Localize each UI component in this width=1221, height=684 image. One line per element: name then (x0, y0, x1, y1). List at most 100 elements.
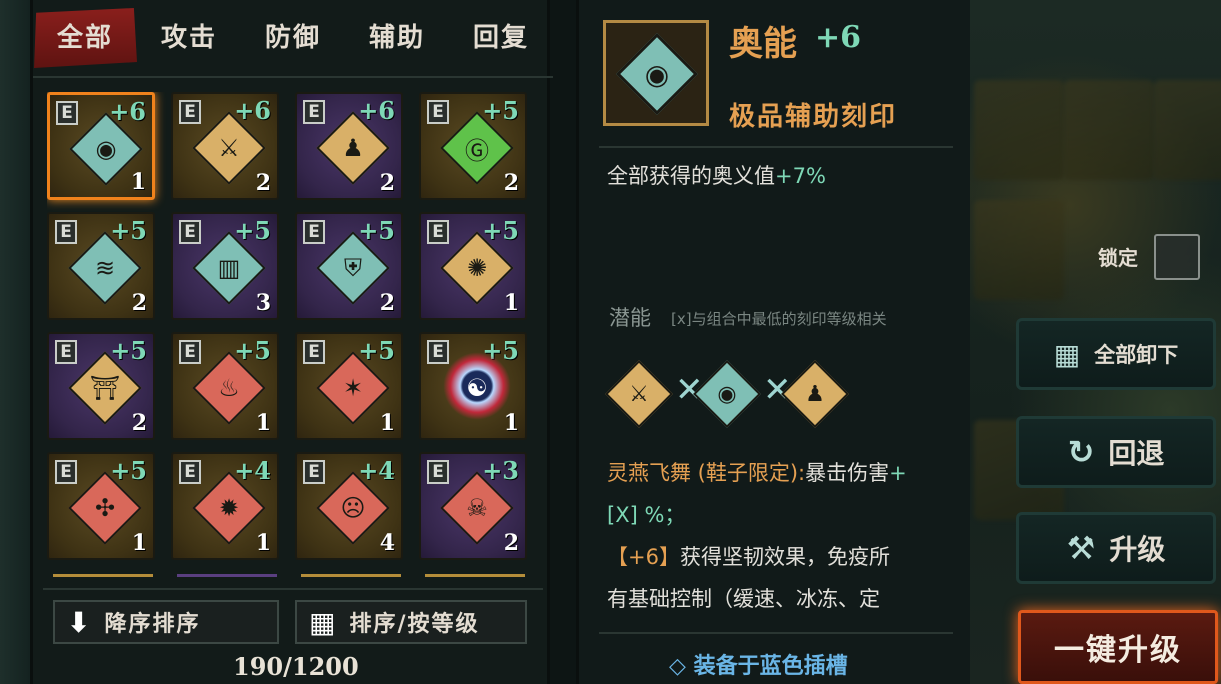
inscription-emblem-icon: ☠ (466, 494, 488, 522)
inscription-emblem-icon: ✹ (218, 494, 240, 522)
inscription-count: 1 (131, 530, 147, 556)
desc-line1: 暴击伤害 (805, 461, 890, 485)
inscription-level: +5 (358, 336, 395, 365)
set-name: 灵燕飞舞 (鞋子限定): (607, 461, 806, 485)
inscription-count: 2 (503, 170, 519, 196)
desc-level-tag: 【+6】 (607, 545, 680, 569)
inscription-card[interactable]: E +6 ⚔ 2 (171, 92, 279, 200)
desc-plus: + (889, 461, 907, 485)
inscription-card[interactable]: E +6 ♟ 2 (295, 92, 403, 200)
inscription-level: +4 (358, 456, 395, 485)
grade-badge: E (179, 220, 201, 244)
blade-icon: ⚔ (629, 381, 649, 407)
cube-icon: ▦ (309, 605, 338, 639)
inscription-card[interactable]: E +5 ✣ 1 (47, 452, 155, 560)
inscription-card[interactable]: E +5 ⛨ 2 (295, 212, 403, 320)
inscription-card[interactable]: E +5 ✶ 1 (295, 332, 403, 440)
inscription-detail-panel: ◉ 奥能 +6 极品辅助刻印 全部获得的奥义值+7% 潜能 [x]与组合中最低的… (576, 0, 970, 684)
grade-badge: E (55, 460, 77, 484)
grade-badge: E (179, 460, 201, 484)
revert-button[interactable]: ↻ 回退 (1016, 416, 1216, 488)
grade-badge: E (303, 340, 325, 364)
inscription-card[interactable]: E +5 ≋ 2 (47, 212, 155, 320)
inscription-count: 2 (503, 530, 519, 556)
desc-line2: [X] %； (607, 503, 686, 527)
divider (43, 588, 543, 590)
inscription-card[interactable]: E +5 ☯ 1 (419, 332, 527, 440)
inscription-emblem-icon: ◉ (95, 135, 117, 163)
arrow-down-icon: ⬇ (67, 605, 93, 639)
tab-attack[interactable]: 攻击 (137, 8, 241, 68)
inscription-card[interactable]: E +5 ⛩ 2 (47, 332, 155, 440)
grade-badge: E (427, 460, 449, 484)
detail-icon-frame: ◉ (603, 20, 709, 126)
grade-badge: E (179, 100, 201, 124)
inscription-count: 1 (130, 169, 146, 195)
sort-order-label: 降序排序 (104, 611, 201, 637)
potential-label: 潜能 (609, 306, 651, 330)
inscription-level: +3 (482, 456, 519, 485)
inscription-level: +5 (482, 216, 519, 245)
refresh-icon: ↻ (1067, 433, 1095, 471)
divider (599, 146, 953, 148)
inscription-count: 4 (379, 530, 395, 556)
divider (33, 76, 553, 78)
tab-support[interactable]: 辅助 (345, 8, 449, 68)
main-effect: 全部获得的奥义值+7% (607, 160, 826, 190)
inscription-count: 1 (379, 410, 395, 436)
grade-badge: E (427, 340, 449, 364)
inscription-level: +6 (234, 96, 271, 125)
inscription-level: +5 (234, 336, 271, 365)
inscription-card[interactable]: E +4 ✹ 1 (171, 452, 279, 560)
inscription-emblem-icon: ⚔ (218, 134, 240, 162)
arcane-eye-icon: ◉ (717, 381, 737, 407)
upgrade-button[interactable]: ⚒ 升级 (1016, 512, 1216, 584)
inscription-emblem-icon: ♨ (218, 374, 240, 402)
inscription-level: +5 (482, 96, 519, 125)
inscription-count: 2 (379, 290, 395, 316)
inscription-card[interactable]: E +5 ▥ 3 (171, 212, 279, 320)
inscription-card[interactable]: E +5 Ⓖ 2 (419, 92, 527, 200)
sort-by-button[interactable]: ▦ 排序/按等级 (295, 600, 527, 644)
sort-order-button[interactable]: ⬇ 降序排序 (53, 600, 279, 644)
grade-badge: E (303, 220, 325, 244)
equip-slot-info: ◇ 装备于蓝色插槽 (669, 653, 848, 679)
upgrade-all-button[interactable]: 一键升级 (1018, 610, 1218, 684)
inscription-count: 3 (255, 290, 271, 316)
potential-hint: [x]与组合中最低的刻印等级相关 (671, 310, 887, 328)
effect-prefix: 全部获得的奥义值 (607, 164, 775, 188)
partial-row-card (301, 574, 401, 584)
effect-bonus: +7% (775, 164, 826, 188)
tab-defense[interactable]: 防御 (241, 8, 345, 68)
inscription-level: +5 (358, 216, 395, 245)
inscription-card[interactable]: E +5 ♨ 1 (171, 332, 279, 440)
upgrade-all-label: 一键升级 (1054, 633, 1182, 668)
lock-checkbox[interactable] (1154, 234, 1200, 280)
blurred-tile (1154, 80, 1221, 180)
inscription-card[interactable]: E +4 ☹ 4 (295, 452, 403, 560)
inscription-card[interactable]: E +5 ✺ 1 (419, 212, 527, 320)
arcane-eye-icon: ◉ (644, 57, 670, 91)
inscription-emblem-icon: ✶ (342, 374, 364, 402)
blurred-tile (974, 80, 1064, 180)
inscription-level: +6 (358, 96, 395, 125)
inscription-level: +6 (815, 20, 862, 55)
unequip-all-button[interactable]: ▦ 全部卸下 (1016, 318, 1216, 390)
inscription-level: +5 (110, 336, 147, 365)
tab-all[interactable]: 全部 (34, 8, 137, 68)
inscription-count: 2 (255, 170, 271, 196)
inscription-emblem-icon: Ⓖ (465, 136, 489, 165)
tab-recovery[interactable]: 回复 (449, 8, 553, 68)
unequip-all-label: 全部卸下 (1094, 342, 1179, 367)
inscription-inventory-panel: 全部 攻击 防御 辅助 回复 E +6 ◉ 1 E +6 ⚔ 2 E +6 ♟ 2 E +5 Ⓖ 2 E +5 ≋ 2… (30, 0, 553, 684)
blurred-tile (974, 200, 1064, 300)
inscription-card[interactable]: E +3 ☠ 2 (419, 452, 527, 560)
inscription-emblem-icon: ⛩ (89, 374, 121, 402)
inscription-emblem-icon: ☹ (340, 494, 366, 522)
inscription-grid: E +6 ◉ 1 E +6 ⚔ 2 E +6 ♟ 2 E +5 Ⓖ 2 E +5 ≋ 2 E +5 ▥ 3 E +5 ⛨ 2 E +5 ✺ 1… (47, 92, 543, 582)
inscription-card[interactable]: E +6 ◉ 1 (47, 92, 155, 200)
inscription-count: 2 (379, 170, 395, 196)
inscription-level: +5 (234, 216, 271, 245)
grade-badge: E (303, 460, 325, 484)
partial-row-card (425, 574, 525, 584)
